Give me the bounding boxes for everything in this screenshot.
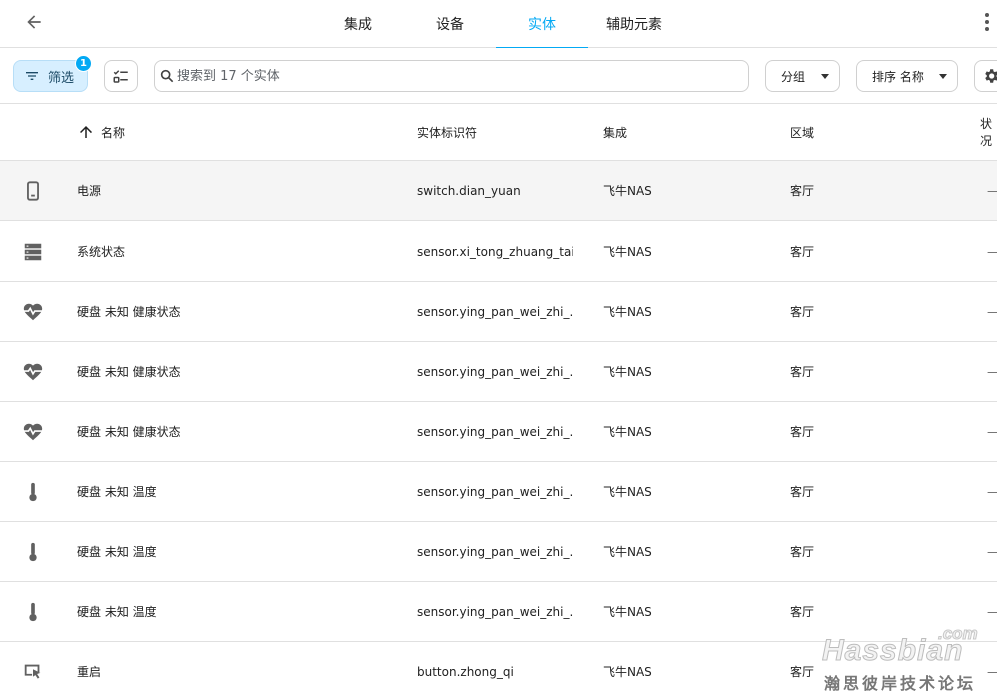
table-row[interactable]: 系统状态 sensor.xi_tong_zhuang_tai 飞牛NAS 客厅 …: [0, 222, 997, 282]
entity-name: 电源: [77, 184, 102, 198]
entity-status: —: [987, 522, 997, 581]
entity-id: sensor.ying_pan_wei_zhi_...: [417, 484, 573, 499]
entity-id: sensor.ying_pan_wei_zhi_...: [417, 544, 573, 559]
column-header-area[interactable]: 区域: [790, 104, 814, 160]
entity-area: 客厅: [790, 305, 815, 319]
entity-id: button.zhong_qi: [417, 664, 514, 679]
checklist-icon: [113, 70, 128, 83]
search-box: [154, 60, 749, 92]
entity-area: 客厅: [790, 665, 815, 679]
entity-area: 客厅: [790, 605, 815, 619]
group-by-dropdown[interactable]: 分组: [765, 60, 840, 92]
entity-status: —: [987, 582, 997, 641]
top-app-bar: 集成 设备 实体 辅助元素: [0, 0, 997, 49]
entity-name: 硬盘 未知 健康状态: [77, 365, 181, 379]
entity-area: 客厅: [790, 545, 815, 559]
table-row[interactable]: 硬盘 未知 温度 sensor.ying_pan_wei_zhi_... 飞牛N…: [0, 462, 997, 522]
entity-integration: 飞牛NAS: [603, 245, 652, 259]
overflow-menu-icon[interactable]: [978, 8, 996, 36]
entity-integration: 飞牛NAS: [603, 545, 652, 559]
entity-area: 客厅: [790, 425, 815, 439]
entity-id: sensor.ying_pan_wei_zhi_...: [417, 364, 573, 379]
table-header: 名称 实体标识符 集成 区域 状况: [0, 104, 997, 161]
entity-status: —: [987, 282, 997, 341]
entity-status: —: [987, 222, 997, 281]
entity-id: sensor.xi_tong_zhuang_tai: [417, 244, 573, 259]
heart-pulse-icon: [23, 303, 43, 320]
entity-area: 客厅: [790, 184, 815, 198]
entity-status: —: [987, 642, 997, 698]
entity-name: 系统状态: [77, 245, 126, 259]
entity-status: —: [987, 462, 997, 521]
entity-name: 硬盘 未知 温度: [77, 485, 157, 499]
entity-integration: 飞牛NAS: [603, 605, 652, 619]
caret-down-icon: [939, 73, 947, 79]
table-row[interactable]: 硬盘 未知 健康状态 sensor.ying_pan_wei_zhi_... 飞…: [0, 342, 997, 402]
selection-mode-button[interactable]: [104, 60, 138, 92]
entity-status: —: [987, 342, 997, 401]
table-row[interactable]: 硬盘 未知 温度 sensor.ying_pan_wei_zhi_... 飞牛N…: [0, 582, 997, 642]
column-header-integration[interactable]: 集成: [603, 104, 627, 160]
entity-integration: 飞牛NAS: [603, 305, 652, 319]
column-header-name[interactable]: 名称: [77, 104, 125, 160]
table-row[interactable]: 电源 switch.dian_yuan 飞牛NAS 客厅 —: [0, 161, 997, 221]
entity-status: —: [987, 402, 997, 461]
gear-icon: [985, 69, 997, 83]
column-header-name-label: 名称: [101, 125, 126, 140]
filter-icon: [26, 72, 38, 80]
entity-id: sensor.ying_pan_wei_zhi_...: [417, 604, 573, 619]
column-header-status[interactable]: 状况: [980, 104, 997, 160]
entity-name: 硬盘 未知 健康状态: [77, 425, 181, 439]
group-by-label: 分组: [781, 69, 806, 84]
tab-integrations[interactable]: 集成: [312, 0, 404, 48]
entity-name: 硬盘 未知 温度: [77, 605, 157, 619]
entity-area: 客厅: [790, 485, 815, 499]
table-row[interactable]: 重启 button.zhong_qi 飞牛NAS 客厅 —: [0, 642, 997, 698]
table-row[interactable]: 硬盘 未知 健康状态 sensor.ying_pan_wei_zhi_... 飞…: [0, 402, 997, 462]
thermometer-icon: [29, 602, 37, 621]
table-toolbar: 筛选 1 分组 排序 名称: [0, 48, 997, 104]
entity-area: 客厅: [790, 365, 815, 379]
entity-id: sensor.ying_pan_wei_zhi_...: [417, 304, 573, 319]
entity-name: 硬盘 未知 健康状态: [77, 305, 181, 319]
sort-label: 排序 名称: [872, 69, 924, 84]
entity-area: 客厅: [790, 245, 815, 259]
cellphone-icon: [27, 180, 39, 201]
entity-name: 重启: [77, 665, 102, 679]
column-header-entity-id[interactable]: 实体标识符: [417, 104, 477, 160]
heart-pulse-icon: [23, 363, 43, 380]
entity-integration: 飞牛NAS: [603, 184, 652, 198]
gesture-tap-button-icon: [24, 664, 41, 679]
entity-name: 硬盘 未知 温度: [77, 545, 157, 559]
table-row[interactable]: 硬盘 未知 健康状态 sensor.ying_pan_wei_zhi_... 飞…: [0, 282, 997, 342]
arrow-up-icon: [80, 126, 92, 138]
filter-count-badge: 1: [75, 55, 92, 72]
entity-integration: 飞牛NAS: [603, 365, 652, 379]
entity-id: switch.dian_yuan: [417, 183, 521, 198]
tab-helpers[interactable]: 辅助元素: [588, 0, 680, 48]
search-icon: [160, 69, 174, 83]
sort-dropdown[interactable]: 排序 名称: [856, 60, 958, 92]
tab-bar: 集成 设备 实体 辅助元素: [312, 0, 680, 49]
entity-integration: 飞牛NAS: [603, 485, 652, 499]
search-input[interactable]: [177, 68, 737, 84]
arrow-left-icon: [27, 15, 41, 29]
thermometer-icon: [29, 482, 37, 501]
filter-label: 筛选: [48, 70, 75, 86]
entity-status: —: [987, 161, 997, 220]
table-settings-button[interactable]: [974, 60, 997, 92]
heart-pulse-icon: [23, 423, 43, 440]
table-row[interactable]: 硬盘 未知 温度 sensor.ying_pan_wei_zhi_... 飞牛N…: [0, 522, 997, 582]
caret-down-icon: [821, 73, 829, 79]
entity-integration: 飞牛NAS: [603, 665, 652, 679]
server-icon: [24, 243, 42, 260]
tab-entities[interactable]: 实体: [496, 0, 588, 49]
entity-integration: 飞牛NAS: [603, 425, 652, 439]
tab-devices[interactable]: 设备: [404, 0, 496, 48]
thermometer-icon: [29, 542, 37, 561]
entity-id: sensor.ying_pan_wei_zhi_...: [417, 424, 573, 439]
back-button[interactable]: [20, 8, 48, 36]
